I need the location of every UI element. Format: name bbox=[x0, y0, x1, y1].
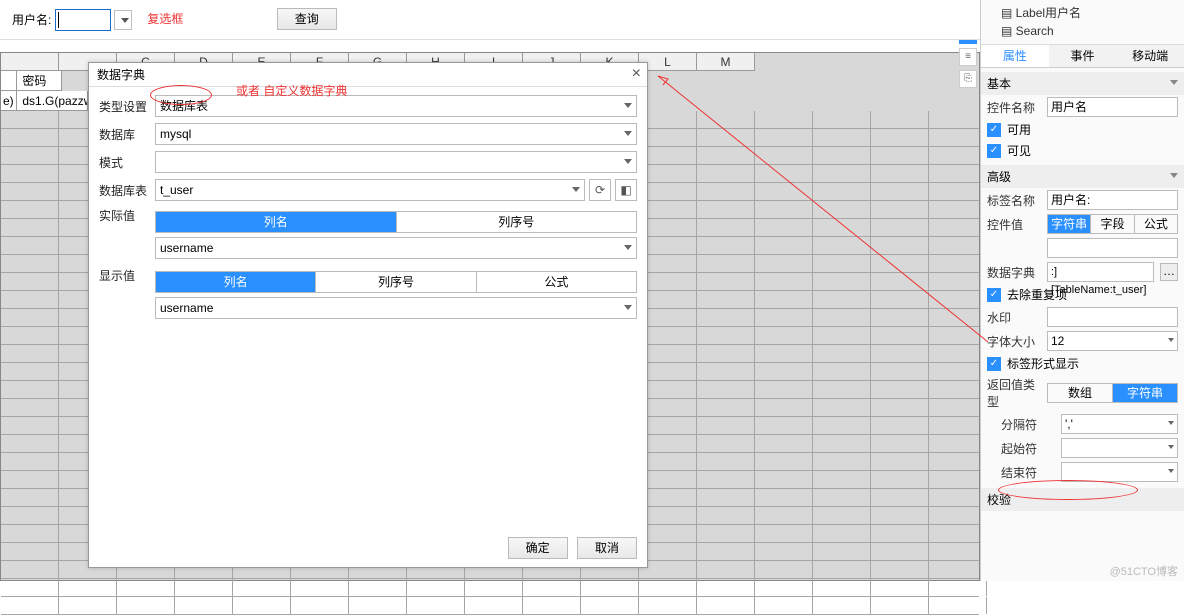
tab-real-colname[interactable]: 列名 bbox=[156, 212, 397, 232]
ctrl-name-label: 控件名称 bbox=[987, 99, 1041, 116]
side-icon-4[interactable]: ⎘ bbox=[959, 70, 977, 88]
start-label: 起始符 bbox=[1001, 440, 1055, 457]
cell-r1c1: ds1.G(pazzw bbox=[20, 91, 88, 111]
seg-field[interactable]: 字段 bbox=[1091, 215, 1134, 233]
col-header[interactable]: M bbox=[697, 53, 755, 71]
dict-browse-button[interactable]: … bbox=[1160, 263, 1178, 281]
side-icon-3[interactable]: ≡ bbox=[959, 48, 977, 66]
query-button[interactable]: 查询 bbox=[277, 8, 337, 30]
tree-item-label[interactable]: ▤ Label用户名 bbox=[987, 4, 1178, 22]
combo-dropdown[interactable] bbox=[114, 10, 132, 30]
dict-label: 数据字典 bbox=[987, 264, 1041, 281]
enable-label: 可用 bbox=[1007, 121, 1031, 138]
tab-properties[interactable]: 属性 bbox=[981, 45, 1049, 67]
annotation-text: 或者 自定义数据字典 bbox=[236, 82, 347, 99]
close-icon[interactable]: × bbox=[632, 65, 641, 83]
dict-input[interactable]: :][TableName:t_user] bbox=[1047, 262, 1154, 282]
cell-header-1: 密码 bbox=[20, 71, 62, 91]
watermark-label: 水印 bbox=[987, 309, 1041, 326]
dedup-label: 去除重复项 bbox=[1007, 286, 1067, 303]
section-basic[interactable]: 基本 bbox=[981, 72, 1184, 95]
checkbox-enable[interactable]: ✓ bbox=[987, 123, 1001, 137]
sep-select[interactable]: ',' bbox=[1061, 414, 1178, 434]
preview-icon[interactable]: ◧ bbox=[615, 179, 637, 201]
checkbox-annot: 复选框 bbox=[147, 12, 183, 26]
ctrl-val-input[interactable] bbox=[1047, 238, 1178, 258]
checkbox-tagform[interactable]: ✓ bbox=[987, 357, 1001, 371]
tagform-label: 标签形式显示 bbox=[1007, 355, 1079, 372]
end-label: 结束符 bbox=[1001, 464, 1055, 481]
refresh-icon[interactable]: ⟳ bbox=[589, 179, 611, 201]
watermark-input[interactable] bbox=[1047, 307, 1178, 327]
seg-string2[interactable]: 字符串 bbox=[1113, 384, 1177, 402]
tab-disp-formula[interactable]: 公式 bbox=[477, 272, 636, 292]
checkbox-visible[interactable]: ✓ bbox=[987, 144, 1001, 158]
seg-string[interactable]: 字符串 bbox=[1048, 215, 1091, 233]
disp-label: 显示值 bbox=[99, 267, 155, 284]
cell-r1c0: e) bbox=[1, 91, 17, 111]
tab-disp-colidx[interactable]: 列序号 bbox=[316, 272, 476, 292]
seg-array[interactable]: 数组 bbox=[1048, 384, 1113, 402]
disp-value-select[interactable]: username bbox=[155, 297, 637, 319]
tab-disp-colname[interactable]: 列名 bbox=[156, 272, 316, 292]
tab-real-colidx[interactable]: 列序号 bbox=[397, 212, 637, 232]
table-label: 数据库表 bbox=[99, 182, 155, 199]
tab-events[interactable]: 事件 bbox=[1049, 45, 1117, 67]
fontsize-label: 字体大小 bbox=[987, 333, 1041, 350]
ctrl-val-label: 控件值 bbox=[987, 216, 1041, 233]
cancel-button[interactable]: 取消 bbox=[577, 537, 637, 559]
fontsize-select[interactable]: 12 bbox=[1047, 331, 1178, 351]
col-header[interactable] bbox=[1, 53, 59, 71]
dialog-title: 数据字典 bbox=[89, 63, 647, 87]
tree-item-search[interactable]: ▤ Search bbox=[987, 22, 1178, 40]
visible-label: 可见 bbox=[1007, 142, 1031, 159]
tab-mobile[interactable]: 移动端 bbox=[1116, 45, 1184, 67]
tag-name-label: 标签名称 bbox=[987, 192, 1041, 209]
real-label: 实际值 bbox=[99, 207, 155, 224]
section-valid[interactable]: 校验 bbox=[981, 488, 1184, 511]
property-panel: ☐ ▾ ≡ ⎘ ▤ Label用户名 ▤ Search 属性 事件 移动端 基本… bbox=[980, 0, 1184, 581]
db-select[interactable]: mysql bbox=[155, 123, 637, 145]
type-select[interactable]: 数据库表 bbox=[155, 95, 637, 117]
username-input[interactable] bbox=[55, 9, 111, 31]
db-label: 数据库 bbox=[99, 126, 155, 143]
username-label: 用户名: bbox=[12, 11, 51, 28]
mode-select[interactable] bbox=[155, 151, 637, 173]
ctrl-name-input[interactable]: 用户名 bbox=[1047, 97, 1178, 117]
checkbox-dedup[interactable]: ✓ bbox=[987, 288, 1001, 302]
type-label: 类型设置 bbox=[99, 98, 155, 115]
sep-label: 分隔符 bbox=[1001, 416, 1055, 433]
watermark-text: @51CTO博客 bbox=[1110, 563, 1178, 579]
mode-label: 模式 bbox=[99, 154, 155, 171]
section-advanced[interactable]: 高级 bbox=[981, 165, 1184, 188]
table-select[interactable]: t_user bbox=[155, 179, 585, 201]
real-value-select[interactable]: username bbox=[155, 237, 637, 259]
start-select[interactable] bbox=[1061, 438, 1178, 458]
end-select[interactable] bbox=[1061, 462, 1178, 482]
data-dict-dialog: 数据字典 × 类型设置 数据库表 数据库 mysql 模式 数据库表 t_use… bbox=[88, 62, 648, 568]
ok-button[interactable]: 确定 bbox=[508, 537, 568, 559]
seg-formula[interactable]: 公式 bbox=[1135, 215, 1177, 233]
ret-label: 返回值类型 bbox=[987, 376, 1041, 410]
tag-name-input[interactable]: 用户名: bbox=[1047, 190, 1178, 210]
